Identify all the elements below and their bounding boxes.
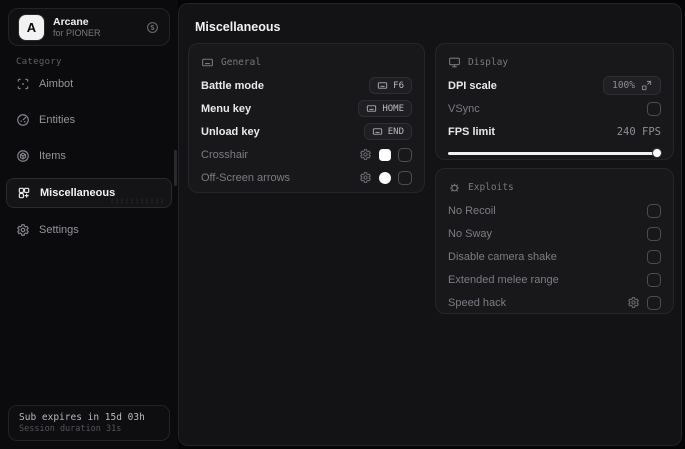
- gear-icon: [16, 223, 30, 237]
- keyboard-icon: [372, 126, 383, 137]
- app-card: A Arcane for PIONER: [8, 8, 170, 46]
- disable-camera-shake-row: Disable camera shake: [448, 245, 661, 268]
- no-recoil-label: No Recoil: [448, 204, 496, 217]
- unload-keybind[interactable]: END: [363, 123, 412, 140]
- keybind-value: F6: [393, 80, 404, 91]
- speed-hack-row: Speed hack: [448, 291, 661, 314]
- app-subtitle: for PIONER: [53, 27, 101, 38]
- cube-icon: [16, 149, 30, 163]
- speed-hack-checkbox[interactable]: [647, 295, 661, 310]
- fps-slider-track: [448, 151, 661, 155]
- display-card: Display DPI scale 100% VSync FPS limit 2…: [435, 43, 674, 160]
- sidebar-item-entities[interactable]: Entities: [6, 106, 172, 134]
- no-recoil-checkbox[interactable]: [647, 203, 661, 218]
- vsync-row: VSync: [448, 97, 661, 120]
- dpi-scale-value: 100%: [612, 80, 635, 91]
- active-item-texture: [111, 198, 163, 204]
- keyboard-icon: [366, 103, 377, 114]
- app-name: Arcane: [53, 15, 89, 28]
- grid-icon: [17, 186, 31, 200]
- speed-hack-label: Speed hack: [448, 296, 507, 309]
- dpi-scale-label: DPI scale: [448, 79, 497, 92]
- monitor-icon: [448, 56, 461, 69]
- sidebar-nav: Aimbot Entities Items Miscellaneous Sett…: [0, 70, 178, 244]
- app-titles: Arcane for PIONER: [53, 16, 137, 38]
- extended-melee-range-row: Extended melee range: [448, 268, 661, 291]
- sidebar-item-label: Items: [39, 150, 66, 162]
- exploits-card-title: Exploits: [468, 181, 514, 193]
- scale-icon: [641, 80, 652, 91]
- general-card-title: General: [221, 56, 262, 68]
- fps-limit-label: FPS limit: [448, 125, 496, 138]
- crosshair-settings-gear-icon[interactable]: [359, 148, 372, 161]
- bug-icon: [448, 181, 461, 194]
- general-card-header: General: [201, 54, 412, 70]
- crosshair-label: Crosshair: [201, 148, 249, 161]
- sidebar-item-aimbot[interactable]: Aimbot: [6, 70, 172, 98]
- sidebar-item-label: Entities: [39, 114, 76, 126]
- crosshair-color-swatch[interactable]: [379, 148, 391, 161]
- keybind-value: HOME: [382, 103, 404, 114]
- sync-icon[interactable]: [146, 21, 159, 34]
- offscreen-arrows-row: Off-Screen arrows: [201, 166, 412, 189]
- disable-camera-shake-checkbox[interactable]: [647, 249, 661, 264]
- crosshair-checkbox[interactable]: [398, 147, 412, 162]
- keyboard-icon: [201, 56, 214, 69]
- session-duration-text: Session duration 31s: [19, 424, 122, 434]
- menu-key-row: Menu key HOME: [201, 97, 412, 120]
- subscription-card: Sub expires in 15d 03h Session duration …: [8, 405, 170, 441]
- fps-limit-slider[interactable]: [448, 149, 661, 157]
- battle-mode-keybind[interactable]: F6: [369, 77, 412, 94]
- crosshair-row: Crosshair: [201, 143, 412, 166]
- sidebar-item-label: Settings: [39, 224, 79, 236]
- keybind-value: END: [387, 126, 404, 137]
- vsync-label: VSync: [448, 102, 480, 115]
- menu-key-label: Menu key: [201, 102, 252, 115]
- no-recoil-row: No Recoil: [448, 199, 661, 222]
- sidebar-item-label: Aimbot: [39, 78, 74, 90]
- display-card-title: Display: [468, 56, 509, 68]
- offscreen-arrows-color-swatch[interactable]: [379, 171, 391, 184]
- fps-limit-row: FPS limit 240 FPS: [448, 120, 661, 143]
- unload-key-label: Unload key: [201, 125, 260, 138]
- extended-melee-range-checkbox[interactable]: [647, 272, 661, 287]
- sidebar-item-settings[interactable]: Settings: [6, 216, 172, 244]
- exploits-card: Exploits No Recoil No Sway Disable camer…: [435, 168, 674, 314]
- exploits-card-header: Exploits: [448, 179, 661, 195]
- fps-slider-thumb[interactable]: [653, 149, 661, 157]
- sub-expiry-text: Sub expires in 15d 03h: [19, 412, 145, 423]
- extended-melee-range-label: Extended melee range: [448, 273, 559, 286]
- speed-hack-settings-gear-icon[interactable]: [627, 296, 640, 309]
- sidebar-scrollbar[interactable]: [174, 150, 177, 186]
- radar-icon: [16, 113, 30, 127]
- no-sway-row: No Sway: [448, 222, 661, 245]
- dpi-scale-select[interactable]: 100%: [603, 76, 661, 95]
- keyboard-icon: [377, 80, 388, 91]
- no-sway-checkbox[interactable]: [647, 226, 661, 241]
- category-label: Category: [16, 57, 62, 67]
- battle-mode-label: Battle mode: [201, 79, 264, 92]
- disable-camera-shake-label: Disable camera shake: [448, 250, 557, 263]
- main-panel: Miscellaneous General Battle mode F6 Men…: [178, 3, 682, 446]
- page-title: Miscellaneous: [195, 20, 281, 34]
- battle-mode-row: Battle mode F6: [201, 74, 412, 97]
- sidebar-item-label: Miscellaneous: [40, 187, 116, 199]
- menu-keybind[interactable]: HOME: [358, 100, 412, 117]
- sidebar-item-miscellaneous[interactable]: Miscellaneous: [6, 178, 172, 208]
- app-logo: A: [19, 14, 44, 40]
- scan-icon: [16, 77, 30, 91]
- sidebar: A Arcane for PIONER Category Aimbot Enti…: [0, 0, 178, 449]
- offscreen-arrows-label: Off-Screen arrows: [201, 171, 291, 184]
- vsync-checkbox[interactable]: [647, 101, 661, 116]
- display-card-header: Display: [448, 54, 661, 70]
- fps-limit-value: 240 FPS: [616, 125, 661, 138]
- general-card: General Battle mode F6 Menu key HOME Unl…: [188, 43, 425, 193]
- dpi-scale-row: DPI scale 100%: [448, 74, 661, 97]
- no-sway-label: No Sway: [448, 227, 493, 240]
- unload-key-row: Unload key END: [201, 120, 412, 143]
- offscreen-arrows-checkbox[interactable]: [398, 170, 412, 185]
- sidebar-item-items[interactable]: Items: [6, 142, 172, 170]
- offscreen-arrows-settings-gear-icon[interactable]: [359, 171, 372, 184]
